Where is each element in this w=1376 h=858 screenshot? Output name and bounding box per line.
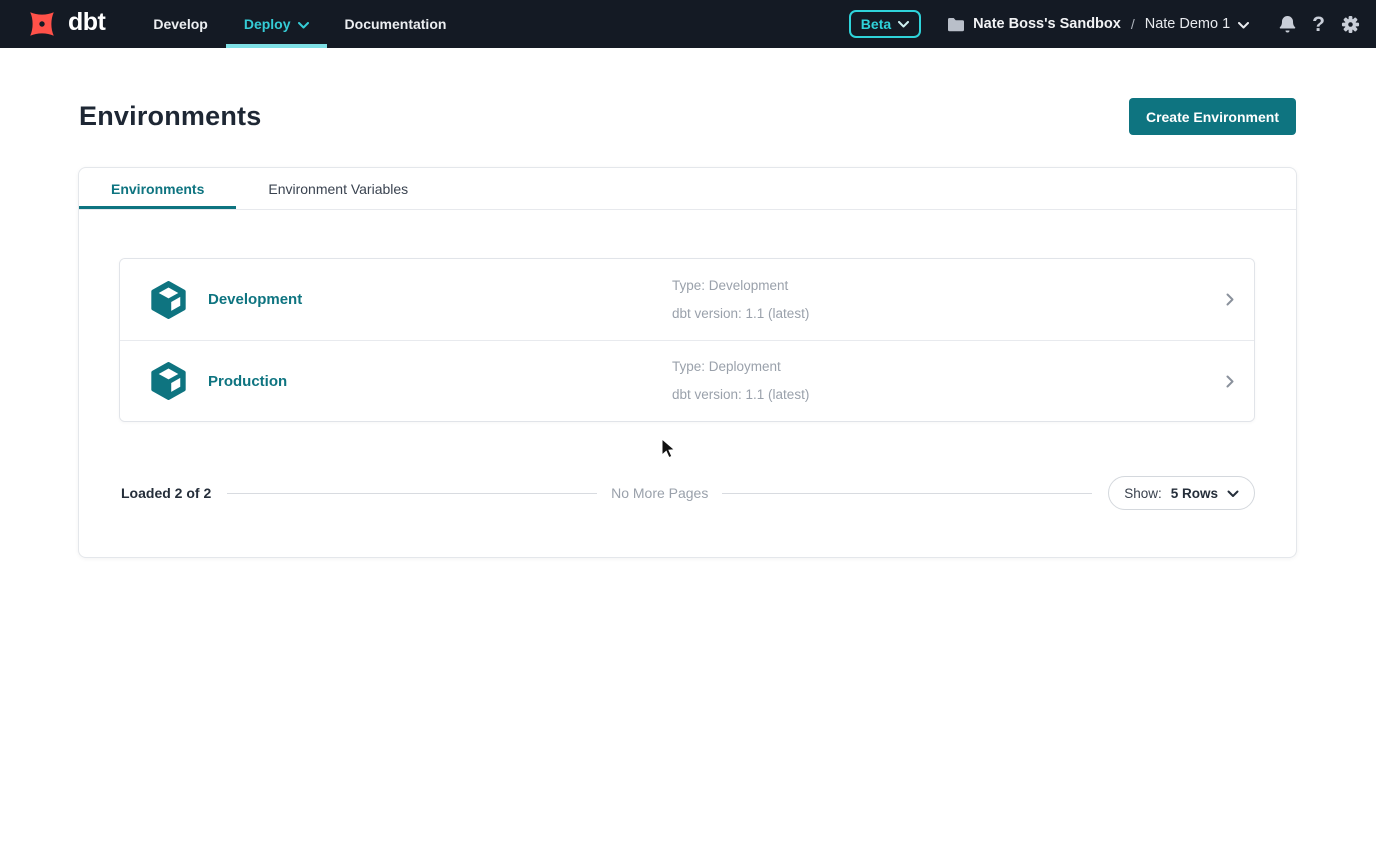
chevron-down-icon xyxy=(1238,22,1249,29)
environment-type: Type: Deployment xyxy=(672,353,1206,381)
show-value: 5 Rows xyxy=(1171,486,1218,501)
page-title: Environments xyxy=(79,101,261,132)
environment-meta: Type: Development dbt version: 1.1 (late… xyxy=(672,272,1206,328)
show-label: Show: xyxy=(1124,486,1162,501)
environment-row-development[interactable]: Development Type: Development dbt versio… xyxy=(120,259,1254,340)
tab-environment-variables[interactable]: Environment Variables xyxy=(236,168,440,209)
rows-per-page-dropdown[interactable]: Show: 5 Rows xyxy=(1108,476,1255,510)
nav-right-cluster: Beta Nate Boss's Sandbox / Nate Demo 1 xyxy=(849,0,1360,48)
chevron-down-icon xyxy=(898,21,909,28)
chevron-right-icon xyxy=(1206,375,1254,388)
environment-type: Type: Development xyxy=(672,272,1206,300)
environment-name: Development xyxy=(208,291,302,308)
nav-item-label: Deploy xyxy=(244,16,291,32)
environment-identity: Production xyxy=(120,362,672,400)
page-header: Environments Create Environment xyxy=(79,98,1296,135)
nav-item-label: Develop xyxy=(153,16,207,32)
notifications-bell-icon[interactable] xyxy=(1279,15,1296,34)
account-breadcrumb[interactable]: Nate Boss's Sandbox / Nate Demo 1 xyxy=(947,16,1249,32)
tab-environments[interactable]: Environments xyxy=(79,168,236,209)
divider-line xyxy=(227,493,597,494)
nav-item-deploy[interactable]: Deploy xyxy=(226,0,327,48)
beta-dropdown[interactable]: Beta xyxy=(849,10,921,38)
environment-cube-icon xyxy=(150,281,187,319)
divider-line xyxy=(722,493,1092,494)
top-navigation: dbt Develop Deploy Documentation Beta Na… xyxy=(0,0,1376,48)
nav-item-documentation[interactable]: Documentation xyxy=(327,0,465,48)
tab-label: Environments xyxy=(111,181,204,197)
no-more-pages-label: No More Pages xyxy=(611,485,708,501)
nav-item-develop[interactable]: Develop xyxy=(135,0,225,48)
loaded-count: Loaded 2 of 2 xyxy=(121,485,211,501)
create-environment-button[interactable]: Create Environment xyxy=(1129,98,1296,135)
dbt-logo-text: dbt xyxy=(68,10,105,39)
tab-label: Environment Variables xyxy=(268,181,408,197)
dbt-logo-icon xyxy=(24,6,60,42)
environment-identity: Development xyxy=(120,281,672,319)
primary-nav: Develop Deploy Documentation xyxy=(135,0,464,48)
card-tabbar: Environments Environment Variables xyxy=(79,168,1296,210)
pagination-footer: Loaded 2 of 2 No More Pages Show: 5 Rows xyxy=(121,475,1255,511)
breadcrumb-separator: / xyxy=(1129,16,1137,32)
project-name: Nate Demo 1 xyxy=(1145,16,1230,32)
gear-icon[interactable] xyxy=(1341,15,1360,34)
help-icon[interactable]: ? xyxy=(1312,14,1325,35)
environment-row-production[interactable]: Production Type: Deployment dbt version:… xyxy=(120,340,1254,421)
account-name: Nate Boss's Sandbox xyxy=(973,16,1121,32)
environment-version: dbt version: 1.1 (latest) xyxy=(672,381,1206,409)
chevron-right-icon xyxy=(1206,293,1254,306)
chevron-down-icon xyxy=(298,22,309,29)
environment-version: dbt version: 1.1 (latest) xyxy=(672,300,1206,328)
nav-utility-icons: ? xyxy=(1279,14,1360,35)
chevron-down-icon xyxy=(1227,490,1239,498)
environment-cube-icon xyxy=(150,362,187,400)
environment-name: Production xyxy=(208,373,287,390)
folder-icon xyxy=(947,17,965,32)
environment-meta: Type: Deployment dbt version: 1.1 (lates… xyxy=(672,353,1206,409)
nav-item-label: Documentation xyxy=(345,16,447,32)
dbt-logo[interactable]: dbt xyxy=(0,0,135,48)
beta-label: Beta xyxy=(861,16,891,32)
environments-card: Environments Environment Variables Devel… xyxy=(78,167,1297,558)
environment-list: Development Type: Development dbt versio… xyxy=(119,258,1255,422)
